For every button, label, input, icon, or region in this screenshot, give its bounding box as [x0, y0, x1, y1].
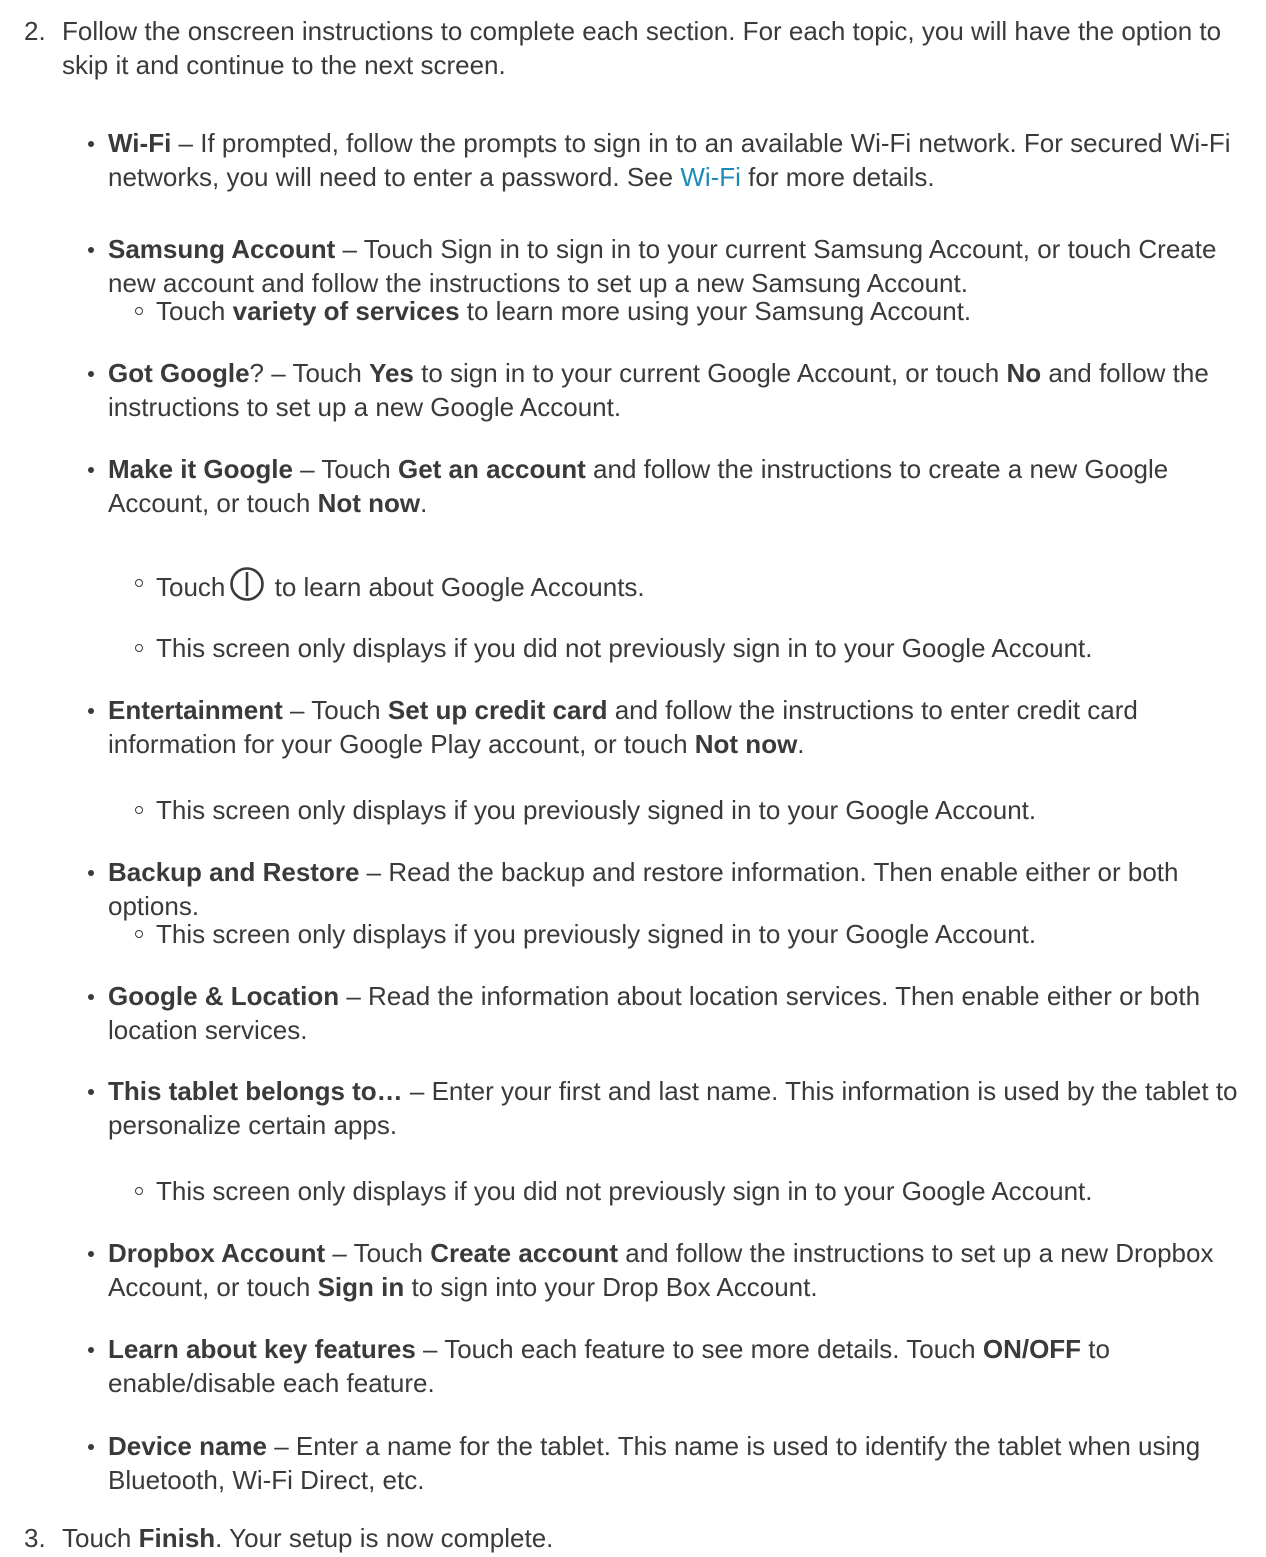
bullet-text: . [797, 729, 805, 759]
step-3: 3. Touch Finish. Your setup is now compl… [24, 1521, 1234, 1555]
sub-text-end: to learn more using your Samsung Account… [459, 296, 972, 326]
bullet-title: Dropbox Account [108, 1238, 326, 1268]
bullet-title: Samsung Account [108, 234, 336, 264]
create-account-label: Create account [430, 1238, 619, 1268]
bullet-text: . [420, 488, 428, 518]
bullet-samsung-account: Samsung Account – Touch Sign in to sign … [88, 232, 1248, 300]
yes-label: Yes [369, 358, 414, 388]
on-off-label: ON/OFF [982, 1334, 1082, 1364]
step-text: Follow the onscreen instructions to comp… [62, 16, 1222, 80]
sub-text: This screen only displays if you did not… [156, 633, 1093, 663]
bullet-title: Device name [108, 1431, 267, 1461]
sub-bullet-samsung: Touch variety of services to learn more … [135, 294, 1246, 328]
step-text: Touch Finish. Your setup is now complete… [62, 1521, 1234, 1555]
bullet-title: Backup and Restore [108, 857, 360, 887]
sub-bullet-google-note: This screen only displays if you did not… [135, 631, 1246, 665]
bullet-title: Learn about key features [108, 1334, 416, 1364]
step-text-end: . Your setup is now complete. [215, 1523, 554, 1553]
bullet-text: – Enter a name for the tablet. This name… [108, 1431, 1201, 1495]
sub-bullet-backup: This screen only displays if you previou… [135, 917, 1246, 951]
sub-bullet-belongs: This screen only displays if you did not… [135, 1174, 1246, 1208]
bullet-text: – If prompted, follow the prompts to sig… [108, 128, 1231, 192]
sub-bold: variety of services [232, 296, 460, 326]
bullet-tablet-belongs: This tablet belongs to… – Enter your fir… [88, 1074, 1248, 1142]
bullet-text: ? – Touch [249, 358, 370, 388]
step-number: 2. [24, 16, 46, 46]
bullet-key-features: Learn about key features – Touch each fe… [88, 1332, 1248, 1400]
bullet-text: to sign into your Drop Box Account. [404, 1272, 818, 1302]
step-number: 3. [24, 1523, 46, 1553]
bullet-device-name: Device name – Enter a name for the table… [88, 1429, 1248, 1497]
sub-text: This screen only displays if you did not… [156, 1176, 1093, 1206]
bullet-text: – Touch each feature to see more details… [415, 1334, 983, 1364]
setup-credit-label: Set up credit card [387, 695, 608, 725]
sub-text: Touch [156, 572, 226, 602]
bullet-title: This tablet belongs to… [108, 1076, 403, 1106]
get-account-label: Get an account [397, 454, 586, 484]
bullet-title: Entertainment [108, 695, 283, 725]
no-label: No [1006, 358, 1042, 388]
sub-text: Touch [156, 296, 233, 326]
document-page: 2. Follow the onscreen instructions to c… [0, 0, 1266, 1557]
sub-text: This screen only displays if you previou… [156, 919, 1037, 949]
sub-bullet-entertainment: This screen only displays if you previou… [135, 793, 1246, 827]
bullet-text-end: for more details. [740, 162, 935, 192]
not-now-label: Not now [694, 729, 798, 759]
bullet-text: to sign in to your current Google Accoun… [413, 358, 1007, 388]
bullet-dropbox: Dropbox Account – Touch Create account a… [88, 1236, 1248, 1304]
bullet-entertainment: Entertainment – Touch Set up credit card… [88, 693, 1248, 761]
bullet-title: Wi-Fi [108, 128, 172, 158]
bullet-title: Google & Location [108, 981, 340, 1011]
bullet-wifi: Wi-Fi – If prompted, follow the prompts … [88, 126, 1248, 194]
sub-text-end: to learn about Google Accounts. [267, 572, 645, 602]
bullet-google-location: Google & Location – Read the information… [88, 979, 1248, 1047]
bullet-backup-restore: Backup and Restore – Read the backup and… [88, 855, 1248, 923]
sub-bullet-info: Touch to learn about Google Accounts. [135, 566, 1246, 604]
bullet-title: Got Google [108, 358, 250, 388]
sign-in-label: Sign in [317, 1272, 405, 1302]
bullet-text: – Touch [292, 454, 398, 484]
not-now-label: Not now [317, 488, 421, 518]
bullet-make-it-google: Make it Google – Touch Get an account an… [88, 452, 1248, 520]
bullet-text: – Touch [282, 695, 388, 725]
step-2: 2. Follow the onscreen instructions to c… [24, 14, 1234, 82]
step-text-start: Touch [62, 1523, 139, 1553]
bullet-title: Make it Google [108, 454, 293, 484]
info-icon [229, 566, 265, 602]
wifi-link[interactable]: Wi-Fi [680, 162, 741, 192]
sub-text: This screen only displays if you previou… [156, 795, 1037, 825]
finish-label: Finish [138, 1523, 216, 1553]
bullet-got-google: Got Google? – Touch Yes to sign in to yo… [88, 356, 1248, 424]
bullet-text: – Touch [325, 1238, 431, 1268]
